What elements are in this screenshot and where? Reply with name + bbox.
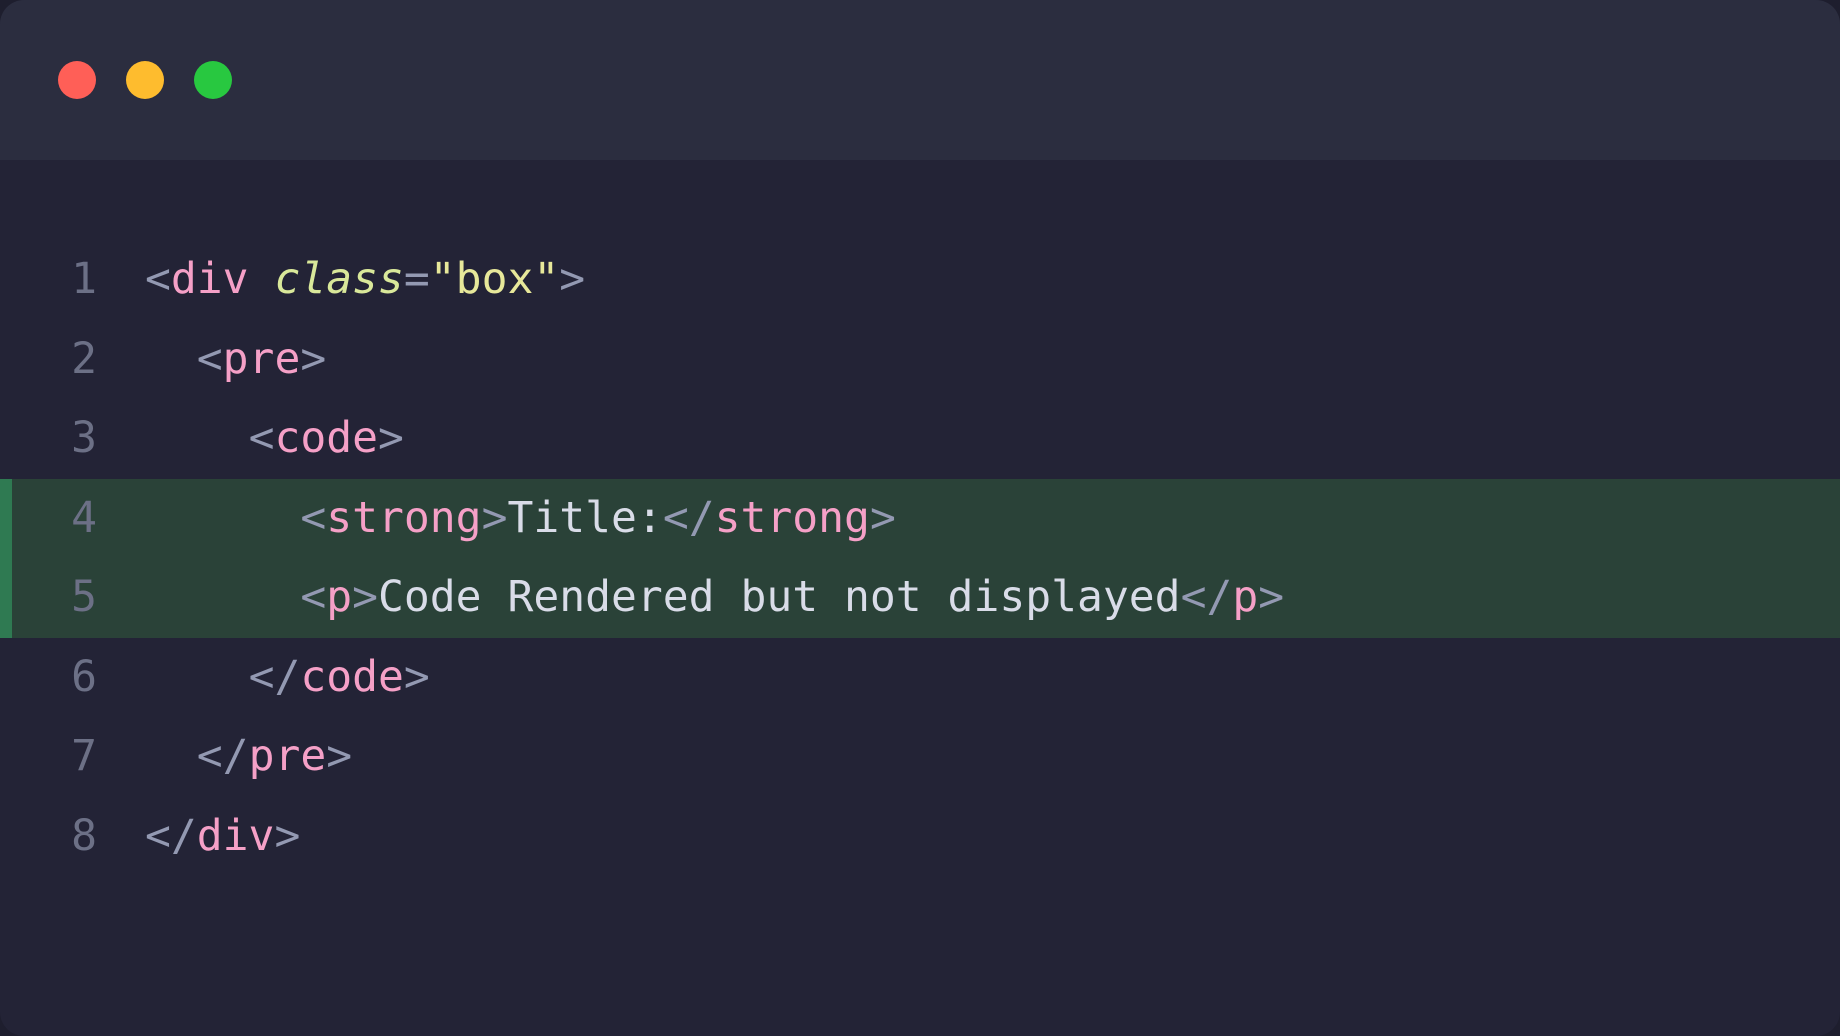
code-content[interactable]: <pre> [145,320,326,400]
line-number: 6 [0,638,145,718]
code-content[interactable]: </code> [145,638,430,718]
line-number: 7 [0,717,145,797]
code-line[interactable]: 4 <strong>Title:</strong> [0,479,1840,559]
line-number: 4 [0,479,145,559]
code-content[interactable]: <strong>Title:</strong> [145,479,896,559]
code-content[interactable]: <div class="box"> [145,240,585,320]
code-editor[interactable]: 1<div class="box">2 <pre>3 <code>4 <stro… [0,160,1840,876]
maximize-icon[interactable] [194,61,232,99]
window-titlebar [0,0,1840,160]
line-number: 1 [0,240,145,320]
code-line[interactable]: 7 </pre> [0,717,1840,797]
minimize-icon[interactable] [126,61,164,99]
code-content[interactable]: <p>Code Rendered but not displayed</p> [145,558,1284,638]
code-line[interactable]: 2 <pre> [0,320,1840,400]
line-number: 2 [0,320,145,400]
code-line[interactable]: 8</div> [0,797,1840,877]
code-content[interactable]: </pre> [145,717,352,797]
code-line[interactable]: 6 </code> [0,638,1840,718]
line-number: 8 [0,797,145,877]
code-line[interactable]: 5 <p>Code Rendered but not displayed</p> [0,558,1840,638]
code-content[interactable]: </div> [145,797,300,877]
close-icon[interactable] [58,61,96,99]
code-line[interactable]: 1<div class="box"> [0,240,1840,320]
line-number: 3 [0,399,145,479]
line-number: 5 [0,558,145,638]
code-line[interactable]: 3 <code> [0,399,1840,479]
editor-window: 1<div class="box">2 <pre>3 <code>4 <stro… [0,0,1840,1036]
code-content[interactable]: <code> [145,399,404,479]
